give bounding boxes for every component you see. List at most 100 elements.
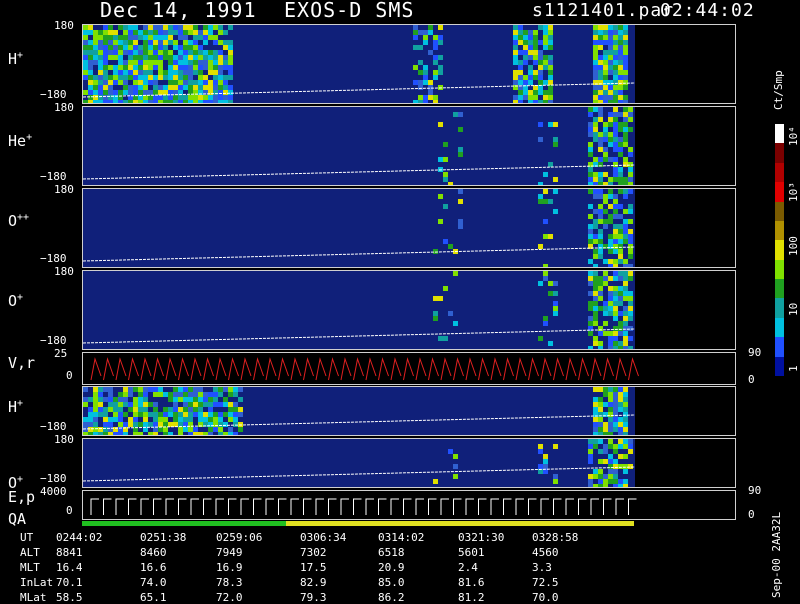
heatmap-cell [183, 75, 188, 80]
heatmap-cell [613, 412, 618, 417]
heatmap-cell [628, 291, 633, 296]
velocity-trace [628, 357, 639, 381]
heatmap-cell [523, 35, 528, 40]
heatmap-cell [138, 50, 143, 55]
heatmap-cell [198, 65, 203, 70]
heatmap-cell [128, 402, 133, 407]
heatmap-cell [98, 100, 103, 105]
heatmap-cell [158, 55, 163, 60]
heatmap-cell [208, 50, 213, 55]
heatmap-cell [603, 321, 608, 326]
table-row-label: InLat [20, 576, 54, 589]
heatmap-cell [458, 199, 463, 204]
heatmap-cell [588, 459, 593, 464]
heatmap-cell [173, 412, 178, 417]
heatmap-cell [518, 75, 523, 80]
panel-plot-4 [90, 357, 639, 381]
heatmap-cell [203, 30, 208, 35]
heatmap-cell [143, 25, 148, 30]
heatmap-cell [613, 427, 618, 432]
heatmap-cell [188, 25, 193, 30]
heatmap-cell [183, 412, 188, 417]
heatmap-cell [158, 392, 163, 397]
heatmap-cell [168, 65, 173, 70]
heatmap-cell [178, 30, 183, 35]
velocity-trace [140, 357, 152, 381]
heatmap-cell [588, 291, 593, 296]
panel-label-5: H+ [8, 398, 23, 416]
heatmap-cell [598, 219, 603, 224]
heatmap-cell [623, 432, 628, 437]
heatmap-cell [158, 387, 163, 392]
panel-plot-1 [82, 107, 636, 187]
heatmap-cell [138, 90, 143, 95]
heatmap-cell [153, 75, 158, 80]
heatmap-cell [618, 100, 623, 105]
heatmap-cell [213, 80, 218, 85]
heatmap-cell [198, 55, 203, 60]
heatmap-cell [173, 397, 178, 402]
heatmap-cell [528, 55, 533, 60]
heatmap-cell [183, 85, 188, 90]
heatmap-cell [158, 70, 163, 75]
panel-label-3: O+ [8, 292, 23, 310]
heatmap-cell [623, 336, 628, 341]
heatmap-cell [608, 25, 613, 30]
heatmap-cell [608, 301, 613, 306]
velocity-trace [528, 357, 539, 381]
heatmap-cell [618, 296, 623, 301]
heatmap-cell [598, 35, 603, 40]
heatmap-cell [118, 65, 123, 70]
heatmap-cell [623, 219, 628, 224]
heatmap-cell [608, 40, 613, 45]
heatmap-cell [603, 137, 608, 142]
heatmap-cell [223, 432, 228, 437]
heatmap-cell [613, 316, 618, 321]
heatmap-cell [93, 407, 98, 412]
panel-label-text: H [8, 50, 18, 68]
energy-trace [315, 498, 324, 515]
heatmap-cell [113, 80, 118, 85]
heatmap-cell [438, 55, 443, 60]
energy-trace [590, 498, 599, 515]
heatmap-cell [543, 30, 548, 35]
heatmap-cell [613, 229, 618, 234]
heatmap-cell [623, 50, 628, 55]
heatmap-cell [143, 40, 148, 45]
heatmap-cell [168, 50, 173, 55]
heatmap-cell [223, 412, 228, 417]
heatmap-cell [623, 484, 628, 489]
heatmap-cell [148, 100, 153, 105]
heatmap-cell [213, 412, 218, 417]
heatmap-cell [93, 432, 98, 437]
heatmap-cell [213, 55, 218, 60]
heatmap-cell [613, 55, 618, 60]
heatmap-cell [523, 80, 528, 85]
heatmap-cell [458, 127, 463, 132]
heatmap-cell [133, 35, 138, 40]
heatmap-cell [588, 321, 593, 326]
heatmap-cell [433, 35, 438, 40]
heatmap-cell [228, 427, 233, 432]
heatmap-cell [103, 25, 108, 30]
heatmap-cell [113, 397, 118, 402]
heatmap-cell [148, 75, 153, 80]
heatmap-cell [93, 45, 98, 50]
heatmap-cell [103, 55, 108, 60]
heatmap-cell [208, 30, 213, 35]
heatmap-cell [548, 80, 553, 85]
heatmap-cell [123, 402, 128, 407]
heatmap-cell [608, 239, 613, 244]
heatmap-cell [538, 70, 543, 75]
heatmap-cell [603, 432, 608, 437]
heatmap-cell [623, 45, 628, 50]
heatmap-cell [593, 301, 598, 306]
heatmap-cell [528, 100, 533, 105]
heatmap-cell [608, 291, 613, 296]
velocity-trace [578, 357, 589, 381]
energy-trace [553, 498, 562, 515]
heatmap-cell [623, 464, 628, 469]
heatmap-cell [623, 117, 628, 122]
heatmap-cell [198, 387, 203, 392]
heatmap-cell [173, 40, 178, 45]
